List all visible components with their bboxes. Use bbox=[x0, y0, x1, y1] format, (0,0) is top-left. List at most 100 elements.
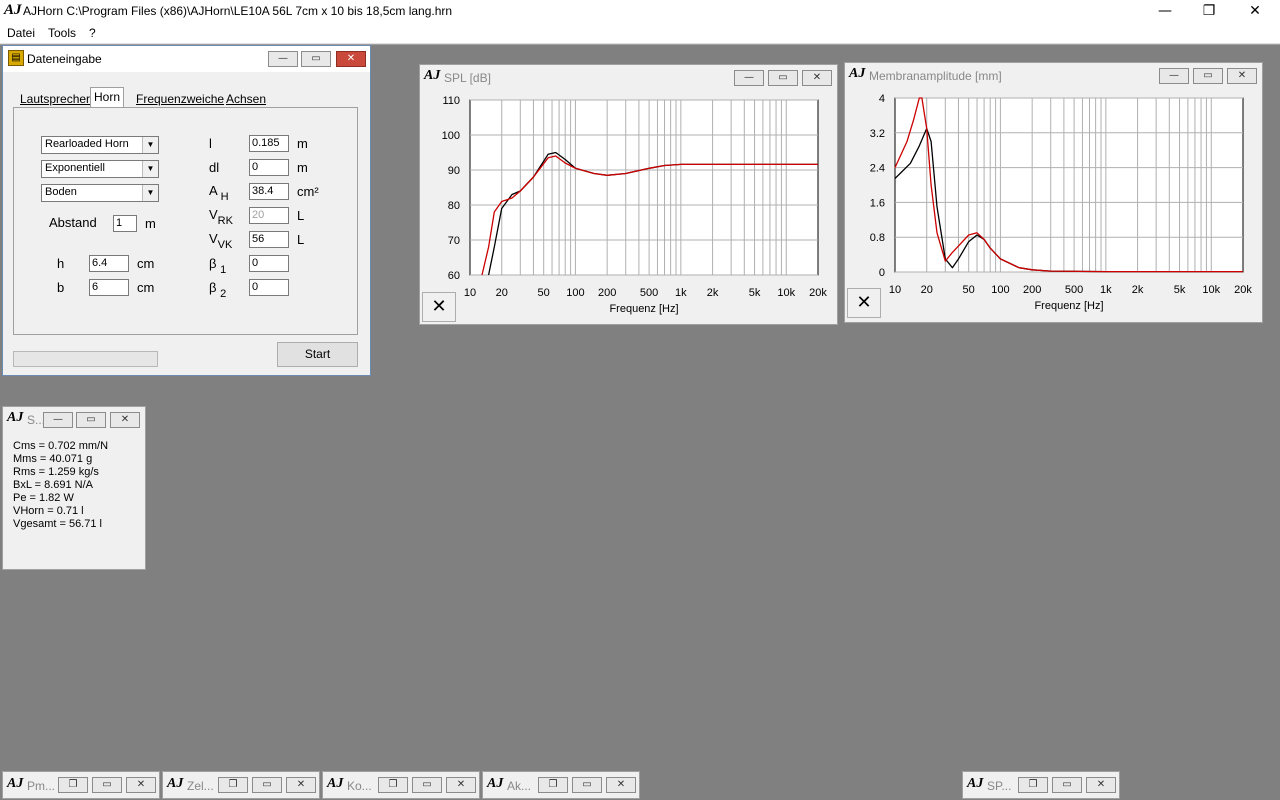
aj-logo-icon: AJ bbox=[327, 776, 344, 791]
spl-title-bar: AJ SPL [dB] — ▭ ✕ bbox=[420, 65, 837, 91]
restore-button[interactable]: ❐ bbox=[538, 777, 568, 793]
x-tick-label: 10 bbox=[889, 284, 901, 296]
start-button[interactable]: Start bbox=[277, 342, 358, 367]
close-button[interactable]: ✕ bbox=[446, 777, 476, 793]
plot-area bbox=[894, 97, 1244, 273]
vvk-label: VVK bbox=[209, 231, 232, 251]
abstand-input[interactable]: 1 bbox=[113, 215, 137, 232]
l-input[interactable]: 0.185 bbox=[249, 135, 289, 152]
y-tick-label: 0 bbox=[879, 267, 885, 279]
vvk-label-sub: VK bbox=[217, 239, 233, 251]
x-axis-label: Frequenz [Hz] bbox=[609, 303, 678, 315]
abstand-unit: m bbox=[145, 216, 156, 231]
close-button[interactable]: ✕ bbox=[286, 777, 316, 793]
vrk-label: VRK bbox=[209, 207, 233, 227]
maximize-button[interactable]: ▭ bbox=[412, 777, 442, 793]
profile-value: Exponentiell bbox=[45, 162, 105, 174]
horn-type-select[interactable]: Rearloaded Horn ▼ bbox=[41, 136, 159, 154]
param-vhorn: VHorn = 0.71 l bbox=[13, 505, 84, 517]
ah-input[interactable]: 38.4 bbox=[249, 183, 289, 200]
app-title: AJHorn C:\Program Files (x86)\AJHorn\LE1… bbox=[23, 4, 453, 18]
aj-logo-icon: AJ bbox=[167, 776, 184, 791]
amplitude-close-button[interactable]: ✕ bbox=[1227, 68, 1257, 84]
restore-button[interactable]: ❐ bbox=[58, 777, 88, 793]
restore-button[interactable]: ❐ bbox=[1018, 777, 1048, 793]
dateneingabe-minimize-button[interactable]: — bbox=[268, 51, 298, 67]
x-tick-label: 20k bbox=[1234, 284, 1252, 296]
x-tick-label: 1k bbox=[1100, 284, 1112, 296]
params-maximize-button[interactable]: ▭ bbox=[76, 412, 106, 428]
close-button[interactable]: ✕ bbox=[1086, 777, 1116, 793]
app-minimize-button[interactable]: — bbox=[1142, 0, 1188, 24]
vrk-input[interactable]: 20 bbox=[249, 207, 289, 224]
abstand-label: Abstand bbox=[49, 215, 97, 230]
maximize-button[interactable]: ▭ bbox=[1052, 777, 1082, 793]
params-window: AJ S... — ▭ ✕ Cms = 0.702 mm/N Mms = 40.… bbox=[2, 406, 146, 570]
vrk-unit: L bbox=[297, 208, 305, 223]
tab-horn[interactable]: Horn bbox=[90, 87, 125, 108]
beta2-label: β 2 bbox=[209, 280, 226, 300]
params-minimize-button[interactable]: — bbox=[43, 412, 73, 428]
beta1-label-main: β bbox=[209, 256, 217, 271]
ah-unit: cm² bbox=[297, 184, 319, 199]
app-close-button[interactable]: ✕ bbox=[1232, 0, 1278, 24]
param-rms: Rms = 1.259 kg/s bbox=[13, 466, 99, 478]
dl-input[interactable]: 0 bbox=[249, 159, 289, 176]
x-tick-label: 20 bbox=[496, 287, 508, 299]
x-axis-label: Frequenz [Hz] bbox=[1034, 300, 1103, 312]
minimized-window-sp[interactable]: AJ SP... ❐ ▭ ✕ bbox=[962, 771, 1120, 799]
close-button[interactable]: ✕ bbox=[606, 777, 636, 793]
ah-label-sub: H bbox=[220, 191, 229, 203]
minimized-window-ko[interactable]: AJ Ko... ❐ ▭ ✕ bbox=[322, 771, 480, 799]
amplitude-title-bar: AJ Membranamplitude [mm] — ▭ ✕ bbox=[845, 63, 1262, 89]
params-close-button[interactable]: ✕ bbox=[110, 412, 140, 428]
y-tick-label: 1.6 bbox=[870, 197, 885, 209]
spl-maximize-button[interactable]: ▭ bbox=[768, 70, 798, 86]
vrk-label-sub: RK bbox=[217, 215, 233, 227]
b-input[interactable]: 6 bbox=[89, 279, 129, 296]
maximize-button[interactable]: ▭ bbox=[92, 777, 122, 793]
amplitude-maximize-button[interactable]: ▭ bbox=[1193, 68, 1223, 84]
spl-minimize-button[interactable]: — bbox=[734, 70, 764, 86]
beta2-label-sub: 2 bbox=[220, 288, 227, 300]
tab-frequenzweiche[interactable]: Frequenzweiche bbox=[133, 90, 227, 108]
minimized-title: Zel... bbox=[187, 779, 214, 793]
y-tick-label: 70 bbox=[448, 235, 460, 247]
minimized-window-ak[interactable]: AJ Ak... ❐ ▭ ✕ bbox=[482, 771, 640, 799]
app-restore-button[interactable]: ❐ bbox=[1186, 0, 1232, 24]
tab-lautsprecher[interactable]: Lautsprecher bbox=[17, 90, 93, 108]
h-input[interactable]: 6.4 bbox=[89, 255, 129, 272]
close-button[interactable]: ✕ bbox=[126, 777, 156, 793]
ah-label-main: A bbox=[209, 183, 217, 198]
beta2-input[interactable]: 0 bbox=[249, 279, 289, 296]
param-bxl: BxL = 8.691 N/A bbox=[13, 479, 94, 491]
maximize-button[interactable]: ▭ bbox=[252, 777, 282, 793]
spl-close-button[interactable]: ✕ bbox=[802, 70, 832, 86]
dateneingabe-maximize-button[interactable]: ▭ bbox=[301, 51, 331, 67]
restore-button[interactable]: ❐ bbox=[378, 777, 408, 793]
beta1-input[interactable]: 0 bbox=[249, 255, 289, 272]
chevron-down-icon: ▼ bbox=[142, 161, 158, 177]
y-tick-label: 60 bbox=[448, 270, 460, 282]
tab-achsen[interactable]: Achsen bbox=[223, 90, 269, 108]
minimized-window-pm[interactable]: AJ Pm... ❐ ▭ ✕ bbox=[2, 771, 160, 799]
menu-datei[interactable]: Datei bbox=[7, 26, 35, 40]
menu-tools[interactable]: Tools bbox=[48, 26, 76, 40]
x-tick-label: 20k bbox=[809, 287, 827, 299]
dateneingabe-close-button[interactable]: ✕ bbox=[336, 51, 366, 67]
amplitude-chart: 4 3.2 2.4 1.6 0.8 0 10 20 50 100 200 500 1k 2k 5k 10k 20… bbox=[870, 93, 1253, 312]
amplitude-minimize-button[interactable]: — bbox=[1159, 68, 1189, 84]
minimized-window-zel[interactable]: AJ Zel... ❐ ▭ ✕ bbox=[162, 771, 320, 799]
position-select[interactable]: Boden ▼ bbox=[41, 184, 159, 202]
x-tick-label: 100 bbox=[991, 284, 1009, 296]
chevron-down-icon: ▼ bbox=[142, 137, 158, 153]
vvk-input[interactable]: 56 bbox=[249, 231, 289, 248]
vvk-label-main: V bbox=[209, 231, 218, 246]
menu-help[interactable]: ? bbox=[89, 26, 96, 40]
dateneingabe-title-bar: ▤ Dateneingabe — ▭ ✕ bbox=[3, 46, 370, 72]
aj-logo-icon: AJ bbox=[487, 776, 504, 791]
profile-select[interactable]: Exponentiell ▼ bbox=[41, 160, 159, 178]
restore-button[interactable]: ❐ bbox=[218, 777, 248, 793]
maximize-button[interactable]: ▭ bbox=[572, 777, 602, 793]
x-tick-label: 200 bbox=[598, 287, 616, 299]
